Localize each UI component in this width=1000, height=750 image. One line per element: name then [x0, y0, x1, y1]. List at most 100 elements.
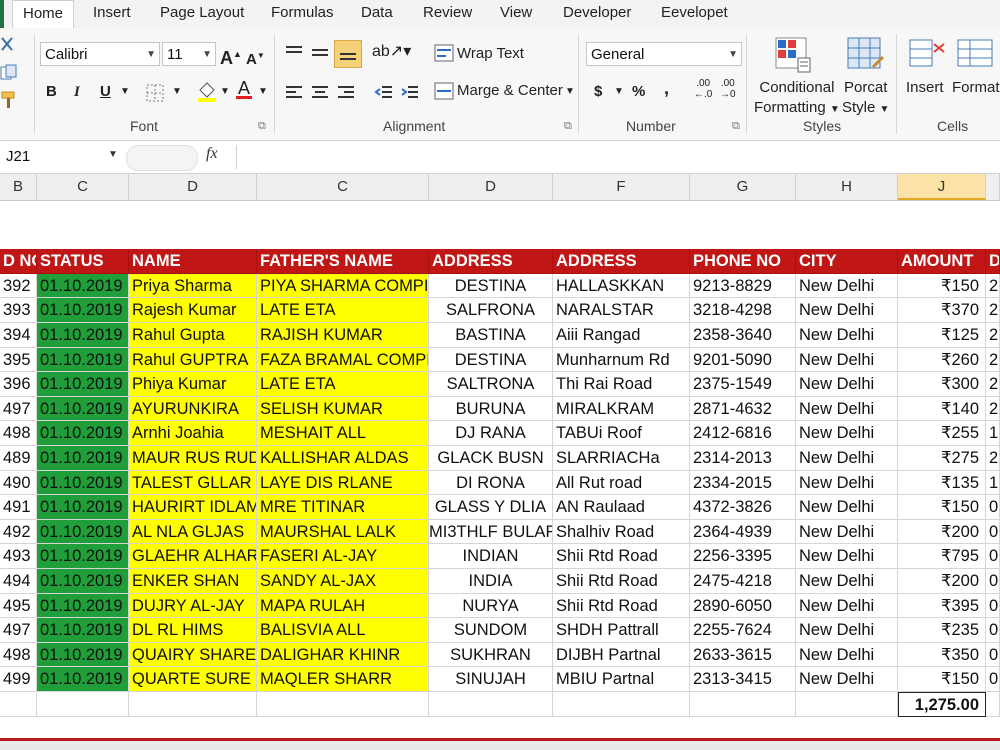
table-cell[interactable]: SHDH Pattrall	[553, 618, 690, 643]
table-cell[interactable]: 1	[986, 470, 1000, 496]
table-cell[interactable]: MI3THLF BULAR	[429, 519, 553, 545]
table-cell[interactable]: 4372-3826	[690, 495, 796, 520]
fill-color-icon[interactable]	[196, 80, 218, 107]
table-cell[interactable]: MIRALKRAM	[553, 396, 690, 422]
table-cell[interactable]: Rahul Gupta	[129, 323, 257, 348]
sheet-tabs-strip[interactable]	[0, 741, 1000, 750]
column-header[interactable]: C	[257, 174, 429, 200]
table-cell[interactable]: 0	[986, 618, 1000, 643]
table-cell[interactable]: 01.10.2019	[37, 593, 129, 619]
table-cell[interactable]: ₹395	[898, 593, 986, 619]
table-cell[interactable]: New Delhi	[796, 470, 898, 496]
table-cell[interactable]	[257, 692, 429, 717]
table-cell[interactable]: LATE ETA	[257, 298, 429, 323]
table-cell[interactable]: New Delhi	[796, 347, 898, 373]
table-cell[interactable]: 0	[986, 544, 1000, 569]
table-cell[interactable]	[37, 692, 129, 717]
table-cell[interactable]: ₹300	[898, 372, 986, 397]
table-cell[interactable]: AN Raulaad	[553, 495, 690, 520]
table-cell[interactable]	[0, 692, 37, 717]
comma-button[interactable]: ,	[664, 78, 669, 98]
table-cell[interactable]: 395	[0, 347, 37, 373]
number-format-combo[interactable]: General ▼	[586, 42, 742, 66]
italic-button[interactable]: I	[74, 82, 80, 102]
table-cell[interactable]: 394	[0, 323, 37, 348]
table-cell[interactable]: Shii Rtd Road	[553, 544, 690, 569]
table-cell[interactable]: 0	[986, 569, 1000, 594]
shrink-font-button[interactable]: A▼	[246, 46, 265, 70]
table-cell[interactable]: 0	[986, 667, 1000, 692]
decrease-decimal-button[interactable]: .00 →0	[720, 78, 736, 100]
table-cell[interactable]: DL RL HIMS	[129, 618, 257, 643]
table-header-cell[interactable]: D NO	[0, 249, 37, 274]
table-cell[interactable]: 01.10.2019	[37, 667, 129, 692]
decrease-indent-icon[interactable]	[374, 84, 394, 107]
table-cell[interactable]: New Delhi	[796, 273, 898, 299]
insert-function-button[interactable]: fx	[206, 145, 218, 163]
chevron-down-icon[interactable]: ▼	[172, 82, 182, 102]
table-cell[interactable]: New Delhi	[796, 323, 898, 348]
table-cell[interactable]: 01.10.2019	[37, 421, 129, 446]
table-cell[interactable]: 2412-6816	[690, 421, 796, 446]
table-cell[interactable]: New Delhi	[796, 495, 898, 520]
table-cell[interactable]: 396	[0, 372, 37, 397]
table-cell[interactable]: QUAIRY SHARE	[129, 642, 257, 668]
wrap-text-button[interactable]: Wrap Text	[457, 44, 524, 64]
table-cell[interactable]: 01.10.2019	[37, 323, 129, 348]
table-cell[interactable]: ₹370	[898, 298, 986, 323]
table-cell[interactable]: RAJISH KUMAR	[257, 323, 429, 348]
table-cell[interactable]: TALEST GLLAR	[129, 470, 257, 496]
column-header[interactable]: H	[796, 174, 898, 200]
table-cell[interactable]: GLASS Y DLIA	[429, 495, 553, 520]
table-cell[interactable]: 2475-4218	[690, 569, 796, 594]
table-cell[interactable]: 0	[986, 495, 1000, 520]
chevron-down-icon[interactable]: ▼	[108, 149, 118, 160]
table-cell[interactable]: DESTINA	[429, 273, 553, 299]
table-cell[interactable]: New Delhi	[796, 396, 898, 422]
table-cell[interactable]: SANDY AL-JAX	[257, 569, 429, 594]
table-cell[interactable]: 01.10.2019	[37, 569, 129, 594]
column-header[interactable]: B	[0, 174, 37, 200]
tab-review[interactable]: Review	[413, 0, 482, 27]
chevron-down-icon[interactable]: ▼	[614, 82, 624, 102]
chevron-down-icon[interactable]: ▼	[728, 43, 738, 67]
table-cell[interactable]: 498	[0, 421, 37, 446]
tab-developer[interactable]: Developer	[553, 0, 641, 27]
table-cell[interactable]: AL NLA GLJAS	[129, 519, 257, 545]
dialog-launcher-icon[interactable]: ⧉	[732, 120, 740, 133]
table-cell[interactable]: New Delhi	[796, 519, 898, 545]
increase-indent-icon[interactable]	[400, 84, 420, 107]
percent-button[interactable]: %	[632, 82, 645, 102]
table-cell[interactable]: QUARTE SURE	[129, 667, 257, 692]
bold-button[interactable]: B	[46, 82, 57, 102]
table-cell[interactable]: MAUR RUS RUD	[129, 446, 257, 471]
align-top-icon[interactable]	[284, 44, 304, 67]
borders-icon[interactable]	[146, 84, 164, 107]
column-header-selected[interactable]: J	[898, 174, 986, 200]
table-cell[interactable]: 0	[986, 593, 1000, 619]
table-cell[interactable]: 2	[986, 396, 1000, 422]
table-cell[interactable]: 9213-8829	[690, 273, 796, 299]
merge-center-icon[interactable]	[434, 82, 454, 105]
dialog-launcher-icon[interactable]: ⧉	[258, 120, 266, 133]
table-cell[interactable]: ₹235	[898, 618, 986, 643]
table-cell[interactable]: MBIU Partnal	[553, 667, 690, 692]
table-cell[interactable]: 493	[0, 544, 37, 569]
table-cell[interactable]: 497	[0, 618, 37, 643]
table-cell[interactable]: LATE ETA	[257, 372, 429, 397]
table-cell[interactable]: HAURIRT IDLAM	[129, 495, 257, 520]
table-cell[interactable]: Shii Rtd Road	[553, 569, 690, 594]
table-cell[interactable]: GLACK BUSN	[429, 446, 553, 471]
align-bottom-icon[interactable]	[334, 40, 362, 68]
table-cell[interactable]: 490	[0, 470, 37, 496]
table-cell[interactable]: 2358-3640	[690, 323, 796, 348]
table-cell[interactable]: Arnhi Joahia	[129, 421, 257, 446]
table-cell[interactable]: 495	[0, 593, 37, 619]
tab-insert[interactable]: Insert	[83, 0, 141, 27]
format-style-button[interactable]: Porcat Style ▼	[842, 78, 889, 120]
table-cell[interactable]	[690, 692, 796, 717]
table-cell[interactable]: DJ RANA	[429, 421, 553, 446]
table-cell[interactable]: 01.10.2019	[37, 642, 129, 668]
table-cell[interactable]	[553, 692, 690, 717]
table-cell[interactable]: 491	[0, 495, 37, 520]
